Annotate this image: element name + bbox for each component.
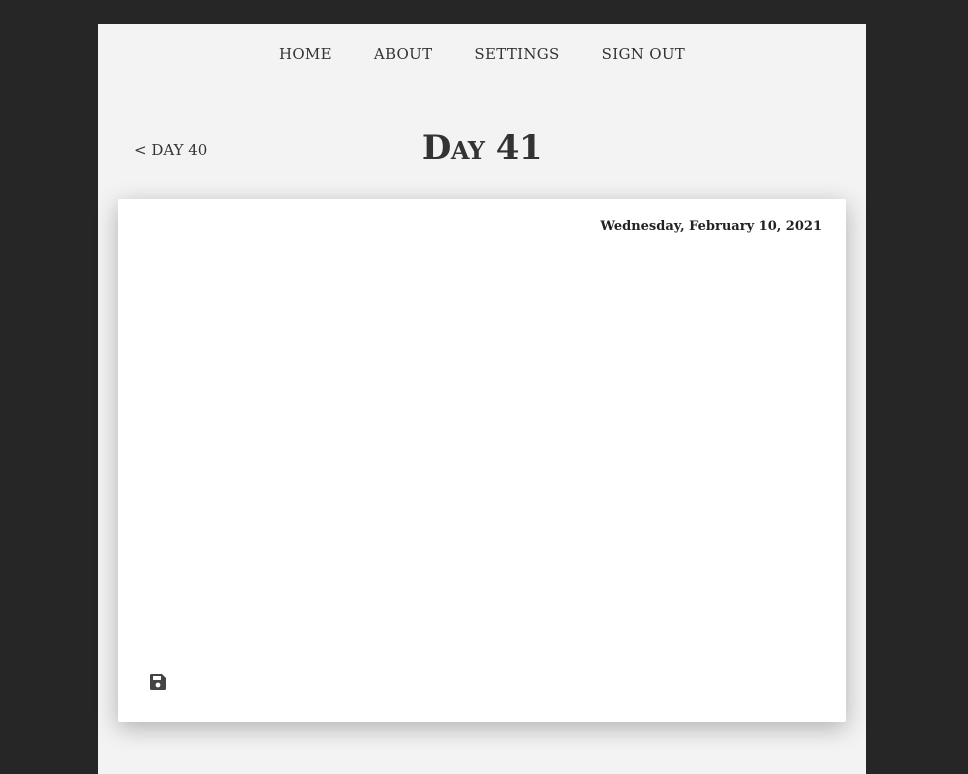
nav-home-link[interactable]: HOME: [279, 44, 332, 64]
top-nav: HOME ABOUT SETTINGS SIGN OUT: [98, 44, 866, 64]
journal-entry-textarea[interactable]: [142, 247, 822, 647]
nav-sign-out-link[interactable]: SIGN OUT: [602, 44, 685, 64]
entry-date: Wednesday, February 10, 2021: [600, 219, 822, 234]
journal-entry-card: Wednesday, February 10, 2021: [118, 199, 846, 722]
floppy-disk-icon: [150, 674, 166, 690]
journal-page: HOME ABOUT SETTINGS SIGN OUT < DAY 40 Da…: [98, 24, 866, 774]
nav-settings-link[interactable]: SETTINGS: [474, 44, 559, 64]
nav-about-link[interactable]: ABOUT: [374, 44, 433, 64]
page-title: Day 41: [421, 128, 543, 168]
save-button[interactable]: [146, 670, 170, 694]
